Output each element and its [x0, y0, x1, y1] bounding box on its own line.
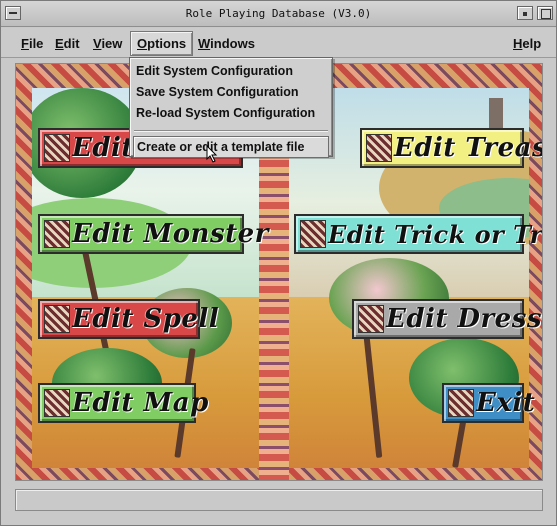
minimize-icon[interactable] [517, 6, 533, 20]
menu-windows-mnemonic: W [198, 36, 211, 51]
exit-label: Exit [476, 388, 536, 418]
edit-monster-button[interactable]: Edit Monster [38, 214, 268, 254]
menu-edit-label: dit [63, 36, 80, 51]
edit-map-label: Edit Map [72, 388, 209, 418]
menu-item-edit-system-configuration[interactable]: Edit System Configuration [136, 64, 293, 78]
exit-icon [448, 389, 474, 417]
menu-item-create-or-edit-template[interactable]: Create or edit a template file [133, 136, 329, 158]
menu-help-label: elp [522, 36, 542, 51]
menu-edit[interactable]: Edit [49, 34, 86, 53]
menu-file-label: ile [28, 36, 44, 51]
options-dropdown-menu: Edit System Configuration Save System Co… [129, 57, 333, 158]
edit-dressing-label: Edit Dressing [386, 304, 542, 334]
edit-treasure-label: Edit Treasure [394, 133, 542, 163]
edit-treasure-button[interactable]: Edit Treasure [360, 128, 542, 168]
menu-windows-label: indows [210, 36, 255, 51]
map-icon [44, 389, 70, 417]
menu-options-mnemonic: O [137, 36, 148, 51]
menu-bar: File Edit View Options Windows Help [1, 28, 556, 58]
edit-dressing-button[interactable]: Edit Dressing [352, 299, 542, 339]
edit-spell-label: Edit Spell [72, 304, 220, 334]
menu-options-label: ptions [147, 36, 187, 51]
menu-view[interactable]: View [87, 34, 128, 53]
exit-button[interactable]: Exit [442, 383, 535, 423]
character-icon [44, 134, 70, 162]
menu-separator [134, 130, 328, 132]
mouse-pointer-icon [206, 145, 218, 163]
menu-item-reload-system-configuration[interactable]: Re-load System Configuration [136, 106, 315, 120]
spell-icon [44, 305, 70, 333]
monster-icon [44, 220, 70, 248]
edit-spell-button[interactable]: Edit Spell [38, 299, 219, 339]
app-window: Role Playing Database (V3.0) File Edit V… [0, 0, 557, 526]
menu-windows[interactable]: Windows [192, 34, 261, 53]
window-title: Role Playing Database (V3.0) [185, 7, 372, 20]
menu-file[interactable]: File [15, 34, 49, 53]
menu-help-mnemonic: H [513, 36, 523, 51]
edit-map-button[interactable]: Edit Map [38, 383, 208, 423]
menu-view-label: iew [101, 36, 123, 51]
edit-monster-label: Edit Monster [72, 219, 269, 249]
status-bar [15, 489, 543, 511]
maximize-icon[interactable] [537, 6, 553, 20]
menu-item-save-system-configuration[interactable]: Save System Configuration [136, 85, 299, 99]
trick-or-trap-icon [300, 220, 326, 248]
menu-edit-mnemonic: E [55, 36, 64, 51]
treasure-icon [366, 134, 392, 162]
title-bar[interactable]: Role Playing Database (V3.0) [1, 1, 556, 27]
menu-file-mnemonic: F [21, 36, 29, 51]
menu-options[interactable]: Options [130, 31, 194, 56]
edit-trick-or-trap-button[interactable]: Edit Trick or Trap [294, 214, 542, 254]
dressing-icon [358, 305, 384, 333]
menu-help[interactable]: Help [507, 34, 547, 53]
edit-trick-or-trap-label: Edit Trick or Trap [328, 219, 543, 249]
